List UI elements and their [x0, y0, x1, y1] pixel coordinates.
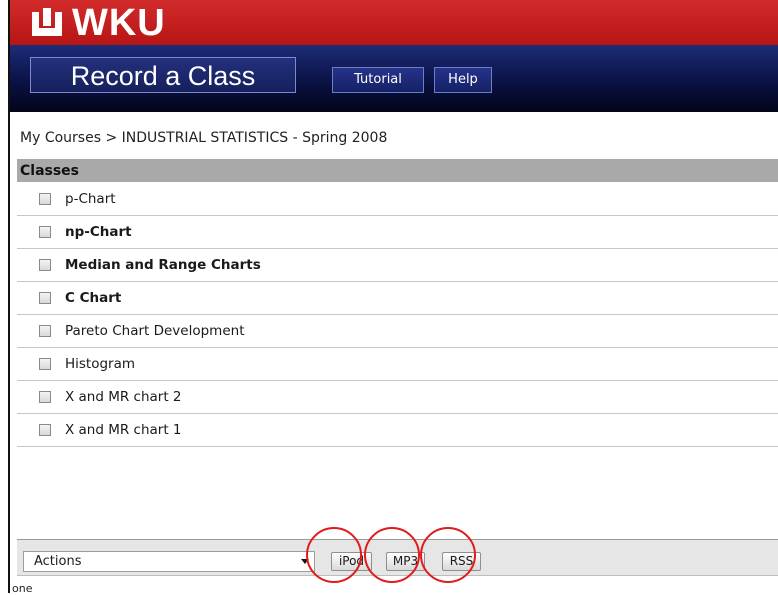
class-checkbox[interactable] [39, 193, 51, 205]
class-checkbox[interactable] [39, 292, 51, 304]
class-title-link[interactable]: p-Chart [65, 191, 116, 207]
app-title: Record a Class [30, 57, 296, 93]
class-list-item[interactable]: Pareto Chart Development [17, 315, 778, 348]
class-list: p-Chart np-Chart Median and Range Charts C … [17, 183, 778, 447]
class-list-item[interactable]: Histogram [17, 348, 778, 381]
breadcrumb-current-course: INDUSTRIAL STATISTICS - Spring 2008 [121, 130, 388, 146]
class-title-link[interactable]: Pareto Chart Development [65, 323, 244, 339]
class-title-link[interactable]: Histogram [65, 356, 135, 372]
breadcrumb: My Courses > INDUSTRIAL STATISTICS - Spr… [20, 130, 387, 146]
actions-dropdown[interactable]: Actions [23, 551, 315, 572]
tutorial-button[interactable]: Tutorial [332, 67, 424, 93]
class-title-link[interactable]: X and MR chart 2 [65, 389, 182, 405]
nav-bar: Record a Class Tutorial Help [10, 45, 778, 112]
rss-button[interactable]: RSS [442, 552, 481, 571]
brand-bar: WKU [10, 0, 778, 45]
classes-header: Classes [17, 159, 778, 182]
ipod-button[interactable]: iPod [331, 552, 372, 571]
class-checkbox[interactable] [39, 358, 51, 370]
class-checkbox[interactable] [39, 259, 51, 271]
class-checkbox[interactable] [39, 226, 51, 238]
breadcrumb-my-courses[interactable]: My Courses [20, 130, 101, 146]
mp3-button[interactable]: MP3 [386, 552, 425, 571]
class-list-item[interactable]: np-Chart [17, 216, 778, 249]
wku-logo[interactable]: WKU [32, 2, 166, 44]
logo-text: WKU [72, 2, 166, 44]
class-title-link[interactable]: np-Chart [65, 224, 132, 240]
class-list-item[interactable]: Median and Range Charts [17, 249, 778, 282]
class-title-link[interactable]: C Chart [65, 290, 121, 306]
class-checkbox[interactable] [39, 391, 51, 403]
class-list-item[interactable]: X and MR chart 2 [17, 381, 778, 414]
status-bar-text: one [12, 582, 33, 595]
class-list-item[interactable]: C Chart [17, 282, 778, 315]
chevron-down-icon [301, 559, 309, 564]
class-checkbox[interactable] [39, 325, 51, 337]
breadcrumb-separator: > [105, 130, 118, 146]
footer-toolbar: Actions iPod MP3 RSS [17, 540, 778, 576]
class-title-link[interactable]: X and MR chart 1 [65, 422, 182, 438]
actions-dropdown-value: Actions [34, 554, 82, 569]
wku-cupola-icon [32, 8, 62, 38]
app-window: WKU Record a Class Tutorial Help My Cour… [8, 0, 778, 595]
class-title-link[interactable]: Median and Range Charts [65, 257, 261, 273]
class-list-item[interactable]: X and MR chart 1 [17, 414, 778, 447]
help-button[interactable]: Help [434, 67, 492, 93]
class-list-item[interactable]: p-Chart [17, 183, 778, 216]
class-checkbox[interactable] [39, 424, 51, 436]
